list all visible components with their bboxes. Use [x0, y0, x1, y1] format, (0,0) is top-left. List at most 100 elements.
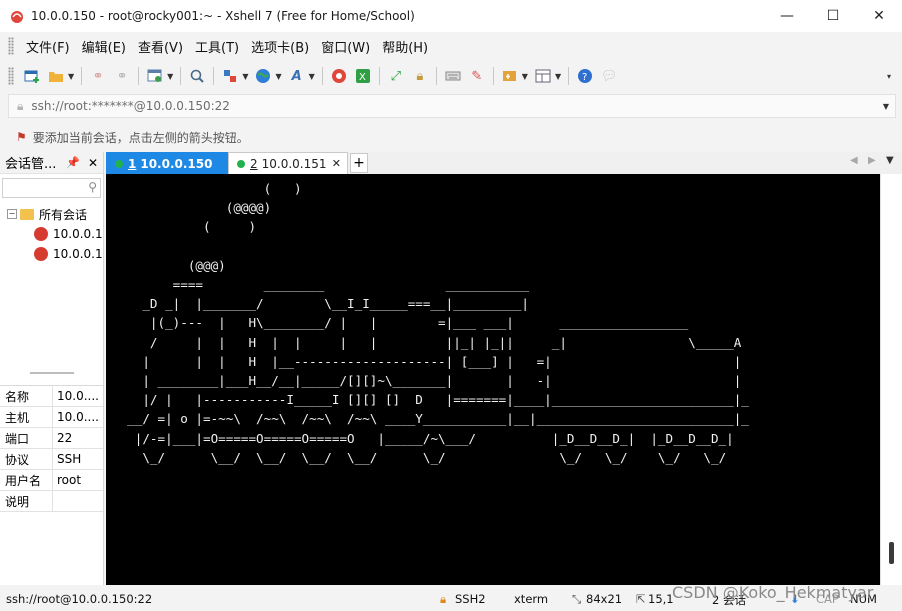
session-manager-header: 会话管... 📌 ✕ [0, 152, 103, 174]
menu-window[interactable]: 窗口(W) [315, 37, 376, 56]
lock-icon[interactable]: 🔒︎ [410, 66, 430, 86]
property-row: 说明 [0, 491, 103, 512]
status-size: 84x21 [586, 592, 623, 606]
tab-list-dropdown-icon[interactable]: ▼ [886, 155, 894, 166]
font-icon[interactable]: A [287, 66, 307, 86]
xmanager-icon[interactable]: X [353, 66, 373, 86]
property-row: 主机 10.0.... [0, 407, 103, 428]
pin-icon[interactable]: 📌 [66, 156, 80, 169]
session-search-input[interactable]: ⚲ [2, 178, 101, 198]
globe-icon[interactable] [253, 66, 273, 86]
address-input[interactable]: ssh://root:*******@10.0.0.150:22 [31, 99, 230, 113]
toolbar-separator [492, 67, 494, 85]
find-icon[interactable] [187, 66, 207, 86]
tree-root-all-sessions[interactable]: − 所有会话 [0, 204, 103, 224]
collapse-icon[interactable]: − [7, 209, 17, 219]
svg-text:X: X [359, 72, 366, 83]
chat-icon[interactable]: 💬︎ [599, 66, 619, 86]
terminal-area[interactable]: ( ) (@@@@) ( ) (@@@) ==== ________ _____… [106, 174, 880, 585]
session-properties: 名称 10.0.... 主机 10.0.... 端口 22 协议 SSH 用户名… [0, 385, 103, 512]
menu-help[interactable]: 帮助(H) [376, 37, 434, 56]
property-row: 用户名 root [0, 470, 103, 491]
tab-scroll-right-icon[interactable]: ▶ [868, 155, 876, 166]
tree-session-item[interactable]: 10.0.0.1 [0, 224, 103, 244]
menu-view[interactable]: 查看(V) [132, 37, 189, 56]
transfer-icon[interactable] [220, 66, 240, 86]
open-dropdown-icon[interactable]: ▼ [68, 72, 74, 81]
hint-text: 要添加当前会话，点击左侧的箭头按钮。 [32, 130, 249, 145]
script-icon[interactable] [500, 66, 520, 86]
tab-number: 2 [250, 156, 258, 171]
toolbar-separator [138, 67, 140, 85]
tab-number: 1 [128, 156, 137, 171]
session-icon [34, 227, 48, 241]
toolbar-overflow-icon[interactable]: ▾ [887, 72, 891, 81]
tab-session-1[interactable]: 1 10.0.0.150 [106, 152, 228, 174]
panel-close-icon[interactable]: ✕ [88, 156, 98, 170]
tree-session-label: 10.0.0.1 [53, 247, 103, 261]
tab-close-icon[interactable]: ✕ [332, 157, 341, 170]
properties-dropdown-icon[interactable]: ▼ [167, 72, 173, 81]
layout-dropdown-icon[interactable]: ▼ [555, 72, 561, 81]
layout-icon[interactable] [533, 66, 553, 86]
terminal-scrollbar[interactable] [880, 174, 902, 585]
tree-session-item[interactable]: 10.0.0.1 [0, 244, 103, 264]
menu-file[interactable]: 文件(F) [20, 37, 76, 56]
terminal-line: __/ =| o |=-~~\ /~~\ /~~\ /~~\ ____Y____… [112, 411, 749, 427]
highlight-icon[interactable]: ✎ [467, 66, 487, 86]
minimize-button[interactable]: — [764, 0, 810, 32]
tree-root-label: 所有会话 [39, 207, 88, 222]
terminal-line: ( ) [112, 181, 302, 196]
menu-edit[interactable]: 编辑(E) [76, 37, 132, 56]
script-dropdown-icon[interactable]: ▼ [522, 72, 528, 81]
session-manager-panel: 会话管... 📌 ✕ ⚲ − 所有会话 10.0.0.1 10.0.0.1 名称… [0, 152, 104, 585]
menu-tabs[interactable]: 选项卡(B) [245, 37, 315, 56]
title-bar: 10.0.0.150 - root@rocky001:~ - Xshell 7 … [0, 0, 902, 32]
menubar-grip[interactable] [8, 37, 14, 55]
xftp-icon[interactable] [329, 66, 349, 86]
open-folder-icon[interactable] [46, 66, 66, 86]
globe-dropdown-icon[interactable]: ▼ [275, 72, 281, 81]
toolbar-separator [180, 67, 182, 85]
properties-icon[interactable] [145, 66, 165, 86]
keyboard-icon[interactable] [443, 66, 463, 86]
transfer-dropdown-icon[interactable]: ▼ [242, 72, 248, 81]
xshell-window: 10.0.0.150 - root@rocky001:~ - Xshell 7 … [0, 0, 902, 611]
address-dropdown-icon[interactable]: ▼ [883, 102, 889, 111]
watermark-text: CSDN @Koko_Hekmatyar [672, 583, 874, 602]
tab-session-2[interactable]: 2 10.0.0.151 ✕ [228, 152, 348, 174]
xshell-logo-icon [11, 11, 23, 23]
property-value: 22 [57, 431, 73, 445]
new-session-icon[interactable] [22, 66, 42, 86]
status-connection: ssh://root@10.0.0.150:22 [6, 592, 153, 606]
property-value: 10.0.... [57, 389, 99, 403]
help-icon[interactable]: ? [575, 66, 595, 86]
terminal-line: |(_)--- | H\________/ | | =|___ ___| ___… [112, 315, 689, 331]
search-icon[interactable]: ⚲ [88, 180, 97, 194]
panel-splitter[interactable] [30, 372, 74, 374]
new-tab-button[interactable]: + [350, 153, 368, 173]
font-dropdown-icon[interactable]: ▼ [309, 72, 315, 81]
fullscreen-icon[interactable]: ⤢ [386, 66, 406, 86]
menu-tools[interactable]: 工具(T) [189, 37, 245, 56]
scrollbar-thumb[interactable] [889, 542, 894, 564]
connected-dot-icon [115, 159, 123, 168]
terminal-line: (@@@) [112, 257, 226, 273]
ssh-lock-icon: 🔒︎ [440, 592, 447, 606]
property-key: 端口 [0, 428, 53, 448]
session-icon [34, 247, 48, 261]
toolbar-separator [435, 67, 437, 85]
close-button[interactable]: ✕ [856, 0, 902, 32]
property-key: 名称 [0, 386, 53, 406]
tab-strip: 1 10.0.0.150 2 10.0.0.151 ✕ + ◀ ▶ ▼ [106, 152, 902, 174]
address-bar[interactable]: 🔒︎ ssh://root:*******@10.0.0.150:22 ▼ [8, 94, 896, 118]
terminal-line: _D _| |_______/ \__I_I_____===__|_______… [112, 296, 530, 312]
toolbar-separator [568, 67, 570, 85]
disconnect-icon[interactable]: ⚭ [112, 66, 132, 86]
maximize-button[interactable]: ☐ [810, 0, 856, 32]
bookmark-flag-icon[interactable]: ⚑ [16, 130, 27, 144]
toolbar-grip[interactable] [8, 67, 14, 85]
terminal-line: | | | H |__--------------------| [___] |… [112, 353, 742, 369]
reconnect-icon[interactable]: ⚭ [88, 66, 108, 86]
tab-scroll-left-icon[interactable]: ◀ [850, 155, 858, 166]
